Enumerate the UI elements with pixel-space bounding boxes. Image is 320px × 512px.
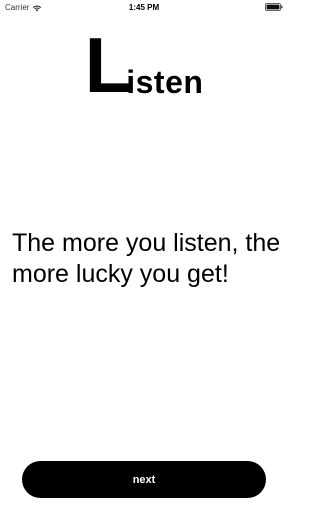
message-text: The more you listen, the more lucky you … — [12, 229, 281, 288]
logo-text: isten — [126, 64, 204, 100]
next-button[interactable]: next — [22, 461, 266, 498]
battery-icon — [265, 3, 283, 11]
app-logo: L isten — [0, 21, 288, 109]
status-bar: Carrier 1:45 PM — [0, 0, 288, 16]
logo-initial: L — [84, 21, 133, 109]
status-time: 1:45 PM — [128, 3, 160, 12]
